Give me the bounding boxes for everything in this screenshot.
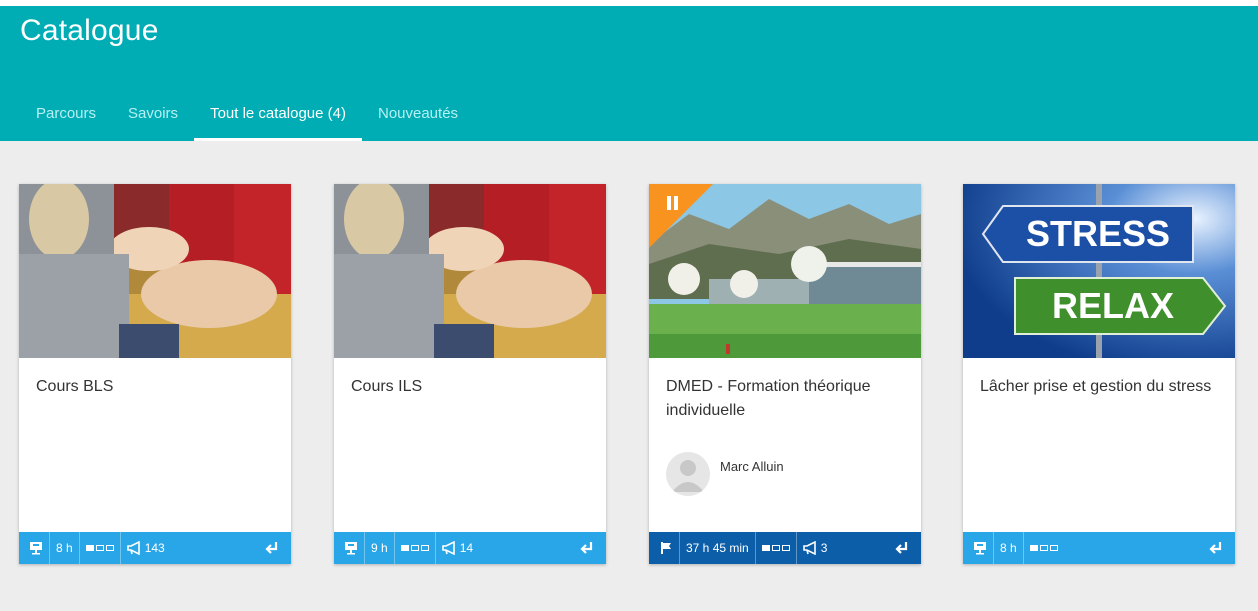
stress-sign-text: STRESS — [1026, 213, 1170, 254]
enrolled-count: 143 — [144, 541, 165, 555]
pause-icon — [649, 184, 713, 248]
course-image-campus-building — [649, 184, 921, 358]
course-card-ils[interactable]: Cours ILS 9 h 14 — [334, 184, 606, 564]
megaphone-icon — [441, 541, 455, 555]
course-meta-bar: 9 h 14 — [334, 532, 606, 564]
course-meta-bar: 37 h 45 min 3 — [649, 532, 921, 564]
course-meta-bar: 8 h — [963, 532, 1235, 564]
course-card-dmed[interactable]: DMED - Formation théorique individuelle … — [649, 184, 921, 564]
level-1-of-3-icon — [85, 545, 114, 551]
duration: 8 h — [994, 532, 1024, 564]
tabs-bar: Parcours Savoirs Tout le catalogue (4) N… — [20, 92, 474, 141]
enrolled-count: 14 — [459, 541, 474, 555]
level-1-of-3-icon — [400, 545, 429, 551]
course-title: DMED - Formation théorique individuelle — [666, 378, 871, 419]
presentation-icon — [974, 542, 986, 555]
course-image-cpr-training — [334, 184, 606, 358]
tab-parcours[interactable]: Parcours — [20, 92, 112, 141]
enter-course-button[interactable] — [1209, 532, 1223, 564]
avatar — [666, 452, 710, 496]
enter-arrow-icon — [1209, 542, 1222, 554]
enter-course-button[interactable] — [580, 532, 594, 564]
enrolled-count: 3 — [820, 541, 828, 555]
author-name: Marc Alluin — [720, 459, 784, 474]
duration: 8 h — [50, 532, 80, 564]
course-title: Lâcher prise et gestion du stress — [980, 378, 1212, 395]
level-1-of-3-icon — [1029, 545, 1058, 551]
course-author[interactable]: Marc Alluin — [666, 452, 784, 498]
level-1-of-3-icon — [761, 545, 790, 551]
tab-savoirs[interactable]: Savoirs — [112, 92, 194, 141]
megaphone-icon — [126, 541, 140, 555]
course-card-stress[interactable]: STRESS RELAX Lâcher prise et gestion du … — [963, 184, 1235, 564]
duration: 9 h — [365, 532, 395, 564]
tab-tout-le-catalogue[interactable]: Tout le catalogue (4) — [194, 92, 362, 141]
enter-arrow-icon — [265, 542, 278, 554]
course-card-bls[interactable]: Cours BLS 8 h 143 — [19, 184, 291, 564]
flag-icon — [661, 542, 671, 554]
presentation-icon — [30, 542, 42, 555]
course-title: Cours ILS — [351, 378, 423, 395]
megaphone-icon — [802, 541, 816, 555]
duration: 37 h 45 min — [680, 532, 756, 564]
enter-arrow-icon — [895, 542, 908, 554]
tab-nouveautes[interactable]: Nouveautés — [362, 92, 474, 141]
enter-course-button[interactable] — [265, 532, 279, 564]
presentation-icon — [345, 542, 357, 555]
catalogue-header: Catalogue Parcours Savoirs Tout le catal… — [0, 6, 1258, 141]
enter-arrow-icon — [580, 542, 593, 554]
course-image-stress-relax-signs: STRESS RELAX — [963, 184, 1235, 358]
course-meta-bar: 8 h 143 — [19, 532, 291, 564]
page-title: Catalogue — [20, 14, 159, 47]
enter-course-button[interactable] — [895, 532, 909, 564]
course-image-cpr-training — [19, 184, 291, 358]
course-title: Cours BLS — [36, 378, 114, 395]
relax-sign-text: RELAX — [1052, 285, 1174, 326]
